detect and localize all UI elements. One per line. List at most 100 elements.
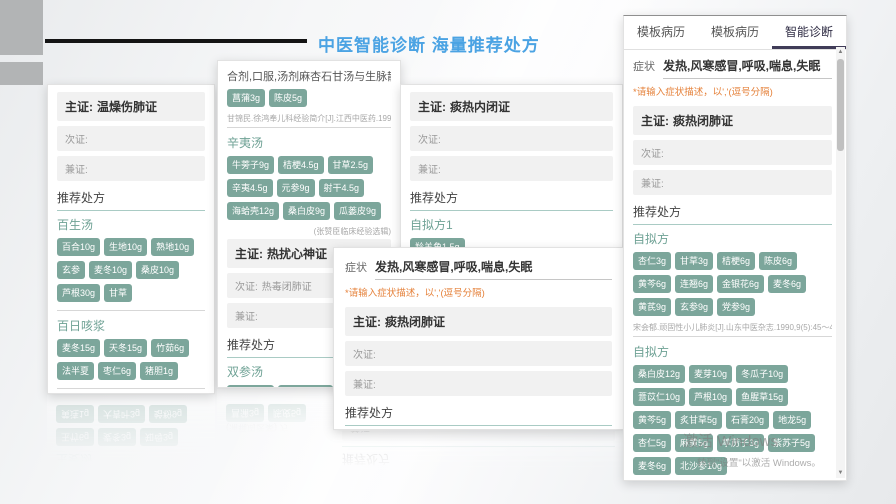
diagnosis-panel-left: 主证:温燥伤肺证 次证: 兼证: 推荐处方 百生汤 百合10g生地10g熟地10… <box>47 84 215 394</box>
scrollbar-thumb[interactable] <box>837 59 844 151</box>
herb-chip[interactable]: 陈皮6g <box>759 252 797 270</box>
herb-chip[interactable]: 北沙参10g <box>675 457 727 475</box>
extra-cert-label: 兼证: <box>418 165 441 176</box>
herb-chip[interactable]: 瓜蒌皮9g <box>334 202 381 220</box>
herb-chip[interactable]: 黄芪9g <box>633 298 671 316</box>
herb-chip: 知母3g <box>140 428 178 446</box>
symptom-input[interactable]: 发热,风寒感冒,呼吸,喘息,失眠 <box>663 57 832 79</box>
herb-chip[interactable]: 杏仁5g <box>633 434 671 452</box>
sub-cert-label: 次证: <box>235 282 258 293</box>
herb-chip[interactable]: 桔梗4.5g <box>278 156 324 174</box>
herb-chip[interactable]: 熟地10g <box>151 238 194 256</box>
herb-chip[interactable]: 黄芩6g <box>633 275 671 293</box>
symptom-row: 症状 发热,风寒感冒,呼吸,喘息,失眠 <box>633 57 832 79</box>
herb-chip: 陈皮5g <box>268 404 306 422</box>
herb-chip[interactable]: 天冬15g <box>104 339 147 357</box>
herb-chip: 黄连1g <box>56 405 94 423</box>
herb-chip[interactable]: 麦冬6g <box>768 275 806 293</box>
herb-chip[interactable]: 金银花6g <box>717 275 764 293</box>
sub-cert-label: 次证: <box>418 135 441 146</box>
herb-chip[interactable]: 玄参9g <box>675 298 713 316</box>
herb-chip[interactable]: 辛夷4.5g <box>227 179 273 197</box>
sub-cert-row: 次证: <box>57 126 205 151</box>
herb-chip[interactable]: 黄芩5g <box>633 411 671 429</box>
herb-chip[interactable]: 猪胆1g <box>140 362 178 380</box>
citation: 宋会郁.顽固性小儿肺炎[J].山东中医杂志.1990,9(5):45～46. <box>633 322 832 333</box>
herb-chip[interactable]: 牛蒡子9g <box>227 156 274 174</box>
herb-chip[interactable]: 甘草3g <box>675 252 713 270</box>
herb-chip[interactable]: 竹茹6g <box>151 339 189 357</box>
herb-chip: 大青叶3g <box>98 405 145 423</box>
extra-cert-row: 兼证: <box>410 156 613 181</box>
herb-chip[interactable]: 西洋参4.5g <box>278 385 333 388</box>
panel-left-reflection: 玉麦汤 玉竹6g麦冬3g知母3g黄连1g大青叶3g蛤粉9g <box>47 395 215 475</box>
recommend-label: 推荐处方 <box>633 200 832 225</box>
herb-chip[interactable]: 甘草2.5g <box>328 156 374 174</box>
recommend-label: 推荐处方 <box>345 401 612 426</box>
prescription-name: 百日咳浆 <box>57 317 205 334</box>
herb-chip[interactable]: 党参9g <box>717 298 755 316</box>
tab-template-record-1[interactable]: 模板病历 <box>624 16 698 49</box>
herb-chip[interactable]: 生地10g <box>104 238 147 256</box>
herb-chip[interactable]: 射干4.5g <box>319 179 365 197</box>
herb-chip[interactable]: 法半夏 <box>57 362 94 380</box>
sub-cert-label: 次证: <box>65 135 88 146</box>
main-cert-row: 主证:痰热内闭证 <box>410 92 613 121</box>
recommend-label: 推荐处方 <box>410 186 613 211</box>
main-cert-value: 温燥伤肺证 <box>97 100 157 114</box>
herb-chip[interactable]: 连翘6g <box>675 275 713 293</box>
main-cert-label: 主证: <box>353 315 381 329</box>
herb-chip[interactable]: 石膏20g <box>726 411 769 429</box>
herb-chip[interactable]: 麦冬10g <box>89 261 132 279</box>
herb-chip[interactable]: 芦根10g <box>689 388 732 406</box>
herb-chip[interactable]: 麻黄5g <box>675 434 713 452</box>
herb-chip[interactable]: 桑白皮12g <box>633 365 685 383</box>
extra-cert-row: 兼证: <box>57 156 205 181</box>
scroll-down-icon[interactable]: ▼ <box>836 468 845 478</box>
tab-template-record-2[interactable]: 模板病历 <box>698 16 772 49</box>
main-cert-value: 痰热闭肺证 <box>385 315 445 329</box>
herb-chip[interactable]: 桑白皮9g <box>283 202 330 220</box>
section-divider <box>633 336 832 337</box>
herb-chip[interactable]: 陈皮5g <box>269 89 307 107</box>
herb-chip: 玉竹6g <box>56 428 94 446</box>
prescription-name: 自拟方 <box>633 343 832 360</box>
herb-chip[interactable]: 桔梗6g <box>717 252 755 270</box>
title-underline-bar <box>45 39 307 43</box>
herb-chip[interactable]: 葶苈子3g <box>717 434 764 452</box>
herb-chip[interactable]: 薏苡仁10g <box>633 388 685 406</box>
herb-chip[interactable]: 杏仁3g <box>633 252 671 270</box>
herb-chip[interactable]: 地龙5g <box>773 411 811 429</box>
herb-chip[interactable]: 紫苏子5g <box>768 434 815 452</box>
herb-chip: 蛤粉9g <box>149 405 187 423</box>
tab-smart-diagnosis[interactable]: 智能诊断 <box>772 16 846 49</box>
herb-chip[interactable]: 麦芽10g <box>689 365 732 383</box>
section-divider <box>227 127 391 128</box>
herb-chip[interactable]: 麦冬15g <box>57 339 100 357</box>
herb-chip[interactable]: 菖蒲3g <box>227 89 265 107</box>
main-cert-row: 主证:温燥伤肺证 <box>57 92 205 121</box>
herb-chip[interactable]: 炙甘草5g <box>675 411 722 429</box>
herb-chip[interactable]: 甘草 <box>104 284 132 302</box>
herb-chip[interactable]: 芦根30g <box>57 284 100 302</box>
scrollbar[interactable]: ▲ ▼ <box>836 47 845 478</box>
section-divider <box>57 310 205 311</box>
herb-chip[interactable]: 海蛤壳12g <box>227 202 279 220</box>
herb-chip[interactable]: 鱼腥草15g <box>736 388 788 406</box>
herb-chip[interactable]: 麦冬6g <box>633 457 671 475</box>
reflection-text: 玉麦汤 <box>56 451 206 468</box>
herb-chip[interactable]: 元参9g <box>277 179 315 197</box>
symptom-input[interactable]: 发热,风寒感冒,呼吸,喘息,失眠 <box>375 258 612 280</box>
herb-chip-list: 牛蒡子9g桔梗4.5g甘草2.5g 辛夷4.5g元参9g射干4.5g 海蛤壳12g桑… <box>227 156 391 225</box>
herb-chip[interactable]: 百合10g <box>57 238 100 256</box>
prescription-name: 自拟方1 <box>410 216 613 233</box>
herb-chip[interactable]: 冬瓜子10g <box>736 365 788 383</box>
herb-chip[interactable]: 枣仁6g <box>98 362 136 380</box>
herb-chip[interactable]: 吉林参9g <box>227 385 274 388</box>
scroll-up-icon[interactable]: ▲ <box>836 47 845 57</box>
herb-chip[interactable]: 桑皮10g <box>136 261 179 279</box>
herb-chip[interactable]: 玄参 <box>57 261 85 279</box>
symptom-hint: *请输入症状描述，以','(逗号分隔) <box>345 285 612 299</box>
diagnosis-panel-c: 主证:痰热内闭证 次证: 兼证: 推荐处方 自拟方1 羚羊角1.5g 晋德兴.肺… <box>400 84 623 254</box>
sub-cert-value: 热毒闭肺证 <box>262 282 312 293</box>
